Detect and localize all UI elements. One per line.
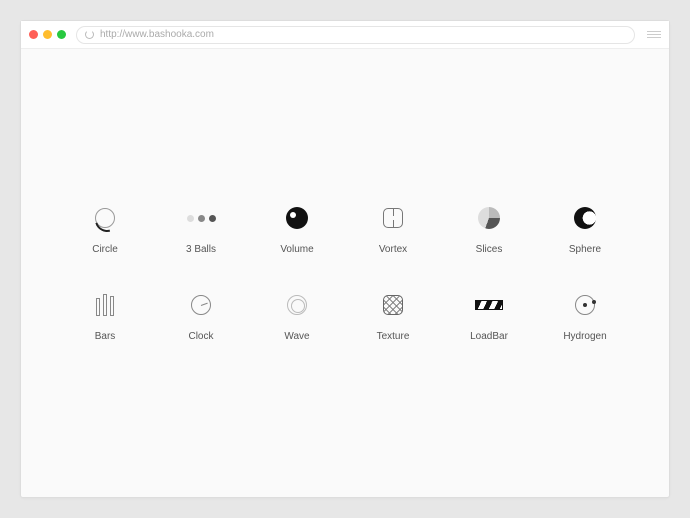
loader-wave[interactable]: Wave [257, 291, 337, 342]
loader-label: Clock [188, 331, 213, 342]
loader-vortex[interactable]: Vortex [353, 204, 433, 255]
volume-icon [286, 207, 308, 229]
refresh-icon[interactable] [85, 30, 94, 39]
loadbar-icon [475, 300, 503, 310]
clock-icon [191, 295, 211, 315]
close-icon[interactable] [29, 30, 38, 39]
loader-loadbar[interactable]: LoadBar [449, 291, 529, 342]
vortex-icon [383, 208, 403, 228]
bars-icon [96, 294, 114, 316]
loader-label: Volume [280, 244, 313, 255]
circle-icon [95, 208, 115, 228]
loader-label: Bars [95, 331, 116, 342]
loader-sphere[interactable]: Sphere [545, 204, 625, 255]
minimize-icon[interactable] [43, 30, 52, 39]
loader-clock[interactable]: Clock [161, 291, 241, 342]
loader-label: Texture [377, 331, 410, 342]
loader-label: Wave [284, 331, 309, 342]
address-bar[interactable] [76, 26, 635, 44]
window-controls [29, 30, 66, 39]
loader-label: Hydrogen [563, 331, 606, 342]
url-input[interactable] [100, 29, 626, 40]
hamburger-icon[interactable] [647, 31, 661, 38]
loader-hydrogen[interactable]: Hydrogen [545, 291, 625, 342]
browser-titlebar [21, 21, 669, 49]
loader-bars[interactable]: Bars [65, 291, 145, 342]
loader-volume[interactable]: Volume [257, 204, 337, 255]
loader-slices[interactable]: Slices [449, 204, 529, 255]
loader-texture[interactable]: Texture [353, 291, 433, 342]
loader-3balls[interactable]: 3 Balls [161, 204, 241, 255]
loader-label: LoadBar [470, 331, 508, 342]
three-balls-icon [187, 215, 216, 222]
browser-window: Circle 3 Balls Volume Vortex Slices Sphe [20, 20, 670, 498]
texture-icon [383, 295, 403, 315]
sphere-icon [574, 207, 596, 229]
loader-label: 3 Balls [186, 244, 216, 255]
slices-icon [478, 207, 500, 229]
page-content: Circle 3 Balls Volume Vortex Slices Sphe [21, 49, 669, 497]
loader-label: Slices [476, 244, 503, 255]
loader-grid: Circle 3 Balls Volume Vortex Slices Sphe [65, 204, 625, 342]
loader-circle[interactable]: Circle [65, 204, 145, 255]
loader-label: Circle [92, 244, 118, 255]
loader-label: Vortex [379, 244, 407, 255]
wave-icon [287, 295, 307, 315]
loader-label: Sphere [569, 244, 601, 255]
hydrogen-icon [575, 295, 595, 315]
zoom-icon[interactable] [57, 30, 66, 39]
